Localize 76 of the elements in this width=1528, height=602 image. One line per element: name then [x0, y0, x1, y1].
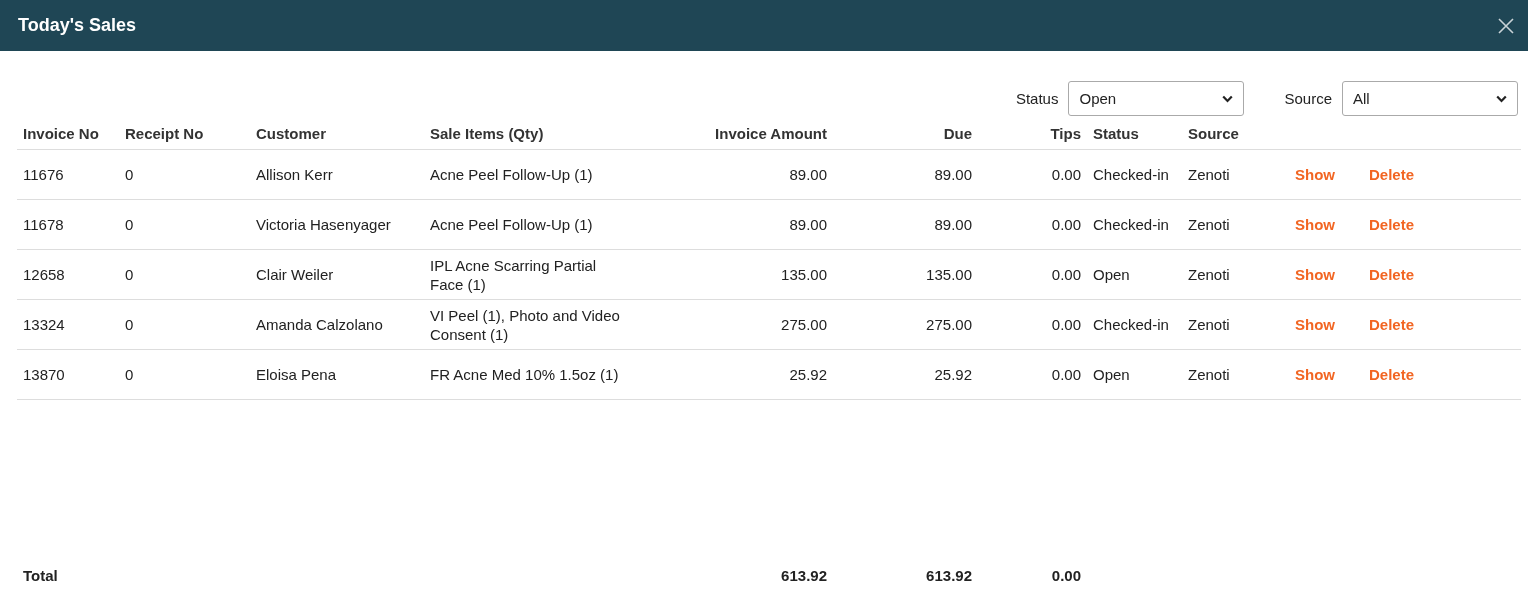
invoice-number: 13870 [22, 366, 66, 383]
filter-dropdown[interactable]: All [1342, 81, 1518, 116]
source-text: Zenoti [1187, 316, 1231, 333]
sale-items: FR Acne Med 10% 1.5oz (1) [429, 365, 620, 384]
tips-amount: 0.00 [1050, 216, 1082, 233]
show-link[interactable]: Show [1289, 216, 1363, 233]
customer-name: Clair Weiler [255, 266, 335, 283]
invoice-amount: 135.00 [780, 266, 828, 283]
source-text: Zenoti [1187, 266, 1231, 283]
status-text: Checked-in [1092, 216, 1170, 233]
receipt-number: 0 [124, 316, 135, 333]
customer-name: Allison Kerr [255, 166, 334, 183]
column-header: Source [1187, 124, 1240, 142]
invoice-number: 13324 [22, 316, 66, 333]
receipt-number: 0 [124, 366, 135, 383]
column-header: Invoice No [22, 124, 100, 142]
invoice-number: 11676 [22, 166, 65, 183]
filter-dropdown[interactable]: Open [1068, 81, 1245, 116]
status-text: Checked-in [1092, 316, 1170, 333]
show-link[interactable]: Show [1289, 316, 1363, 333]
sale-items: VI Peel (1), Photo and Video Consent (1) [429, 305, 621, 344]
invoice-amount: 89.00 [788, 166, 828, 183]
sale-items: Acne Peel Follow-Up (1) [429, 165, 594, 184]
invoice-number: 11678 [22, 216, 65, 233]
show-link[interactable]: Show [1289, 366, 1363, 383]
delete-link[interactable]: Delete [1363, 366, 1521, 383]
source-text: Zenoti [1187, 366, 1231, 383]
total-tips: 0.00 [1050, 566, 1082, 584]
chevron-down-icon [1222, 94, 1234, 103]
invoice-amount: 25.92 [788, 366, 828, 383]
source-text: Zenoti [1187, 166, 1231, 183]
due-amount: 89.00 [933, 216, 973, 233]
total-invoice-amount: 613.92 [780, 566, 828, 584]
customer-name: Amanda Calzolano [255, 316, 384, 333]
delete-link[interactable]: Delete [1363, 216, 1521, 233]
tips-amount: 0.00 [1050, 166, 1082, 183]
status-text: Checked-in [1092, 166, 1170, 183]
due-amount: 135.00 [925, 266, 973, 283]
receipt-number: 0 [124, 266, 135, 283]
filter-label: Status [1015, 90, 1059, 107]
invoice-amount: 89.00 [788, 216, 828, 233]
window-title: Today's Sales [18, 15, 136, 36]
filter-label: Source [1284, 90, 1332, 107]
tips-amount: 0.00 [1050, 316, 1082, 333]
tips-amount: 0.00 [1050, 366, 1082, 383]
column-header: Tips [1049, 124, 1082, 142]
show-link[interactable]: Show [1289, 266, 1363, 283]
total-label: Total [22, 566, 59, 584]
show-link[interactable]: Show [1289, 166, 1363, 183]
invoice-amount: 275.00 [780, 316, 828, 333]
delete-link[interactable]: Delete [1363, 316, 1521, 333]
customer-name: Victoria Hasenyager [255, 216, 392, 233]
due-amount: 275.00 [925, 316, 973, 333]
column-header: Customer [255, 124, 327, 142]
status-text: Open [1092, 266, 1131, 283]
tips-amount: 0.00 [1050, 266, 1082, 283]
chevron-down-icon [1496, 94, 1507, 103]
customer-name: Eloisa Pena [255, 366, 338, 383]
status-text: Open [1092, 366, 1131, 383]
due-amount: 89.00 [933, 166, 973, 183]
sale-items: IPL Acne Scarring Partial Face (1) [429, 255, 598, 294]
column-header: Receipt No [124, 124, 205, 142]
sale-items: Acne Peel Follow-Up (1) [429, 215, 594, 234]
total-due: 613.92 [925, 566, 973, 584]
receipt-number: 0 [124, 166, 135, 183]
close-icon[interactable] [1498, 17, 1514, 34]
column-header: Sale Items (Qty) [429, 124, 545, 142]
source-text: Zenoti [1187, 216, 1231, 233]
receipt-number: 0 [124, 216, 135, 233]
column-header: Due [942, 124, 973, 142]
column-header: Status [1092, 124, 1140, 142]
invoice-number: 12658 [22, 266, 66, 283]
delete-link[interactable]: Delete [1363, 166, 1521, 183]
column-header: Invoice Amount [714, 124, 828, 142]
delete-link[interactable]: Delete [1363, 266, 1521, 283]
due-amount: 25.92 [933, 366, 973, 383]
